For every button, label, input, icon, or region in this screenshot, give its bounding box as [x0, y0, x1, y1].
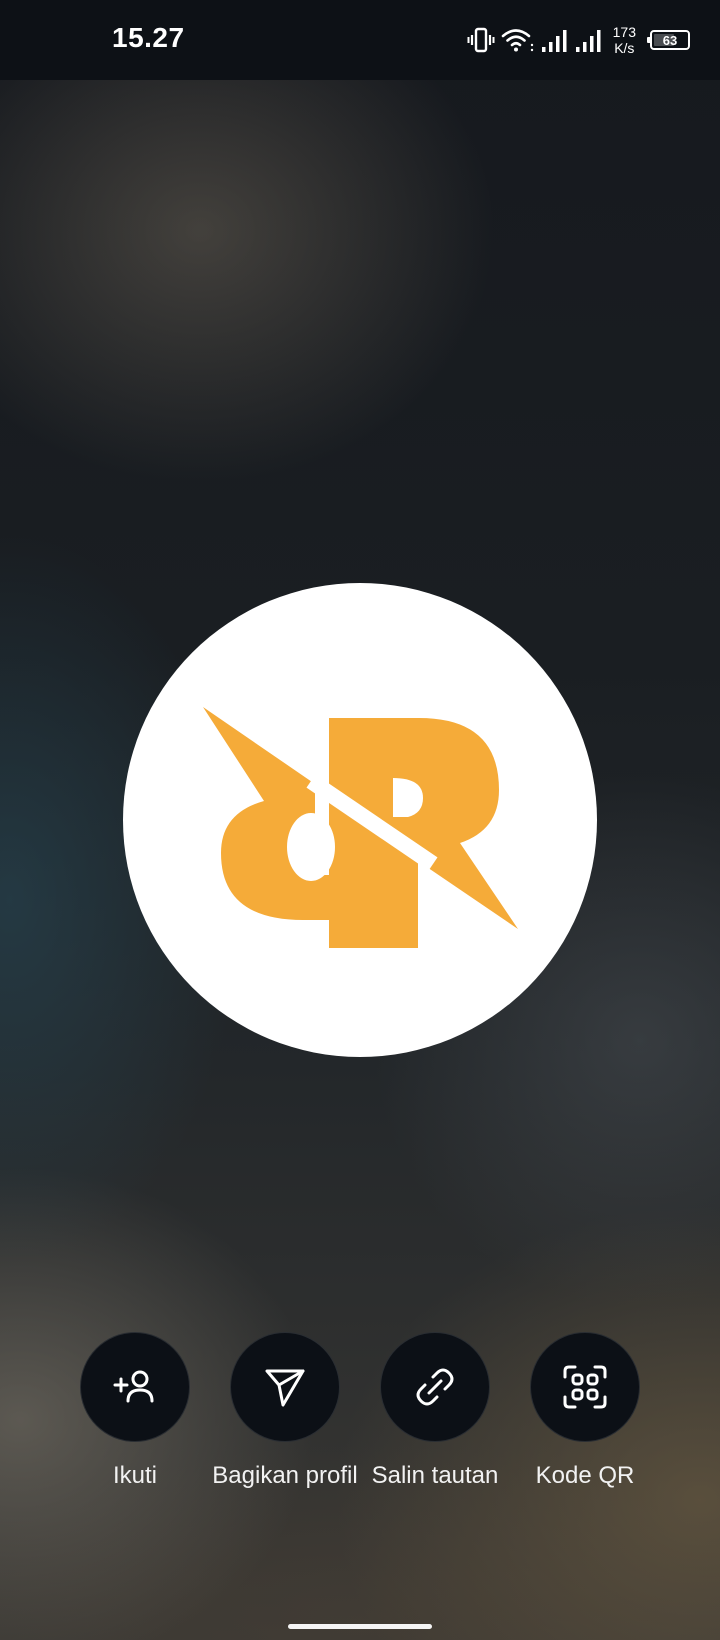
rrq-logo-icon	[203, 707, 518, 948]
qr-code-action[interactable]: Kode QR	[510, 1332, 660, 1490]
qr-code-label: Kode QR	[535, 1462, 635, 1489]
follow-action[interactable]: Ikuti	[60, 1332, 210, 1490]
vibrate-icon	[467, 26, 495, 54]
profile-avatar[interactable]	[123, 583, 597, 1057]
copy-link-button[interactable]	[380, 1332, 490, 1442]
qr-code-button[interactable]	[530, 1332, 640, 1442]
status-time: 15.27	[112, 22, 185, 53]
network-speed: 173 K/s	[613, 24, 636, 56]
share-profile-action[interactable]: Bagikan profil	[210, 1332, 360, 1490]
network-speed-value: 173	[612, 24, 636, 40]
battery-level: 63	[662, 32, 678, 48]
share-profile-button[interactable]	[230, 1332, 340, 1442]
status-icons: 173 K/s 63	[467, 22, 690, 58]
copy-link-label: Salin tautan	[371, 1462, 499, 1489]
status-bar: 15.27 173 K/s 63	[0, 0, 720, 80]
home-indicator[interactable]	[288, 1624, 432, 1629]
signal-icon	[575, 26, 603, 54]
copy-link-action[interactable]: Salin tautan	[360, 1332, 510, 1490]
follow-button[interactable]	[80, 1332, 190, 1442]
screen: 15.27 173 K/s 63 Ikuti Bagikan profil Sa…	[0, 0, 720, 1640]
send-icon	[265, 1369, 305, 1407]
signal-icon	[541, 26, 569, 54]
follow-label: Ikuti	[112, 1462, 157, 1489]
qr-code-icon	[563, 1365, 607, 1409]
add-person-icon	[113, 1370, 154, 1403]
link-icon	[416, 1368, 454, 1406]
network-speed-unit: K/s	[614, 40, 635, 56]
wifi-icon	[501, 26, 535, 54]
share-profile-label: Bagikan profil	[212, 1462, 358, 1489]
battery-icon: 63	[647, 30, 690, 50]
